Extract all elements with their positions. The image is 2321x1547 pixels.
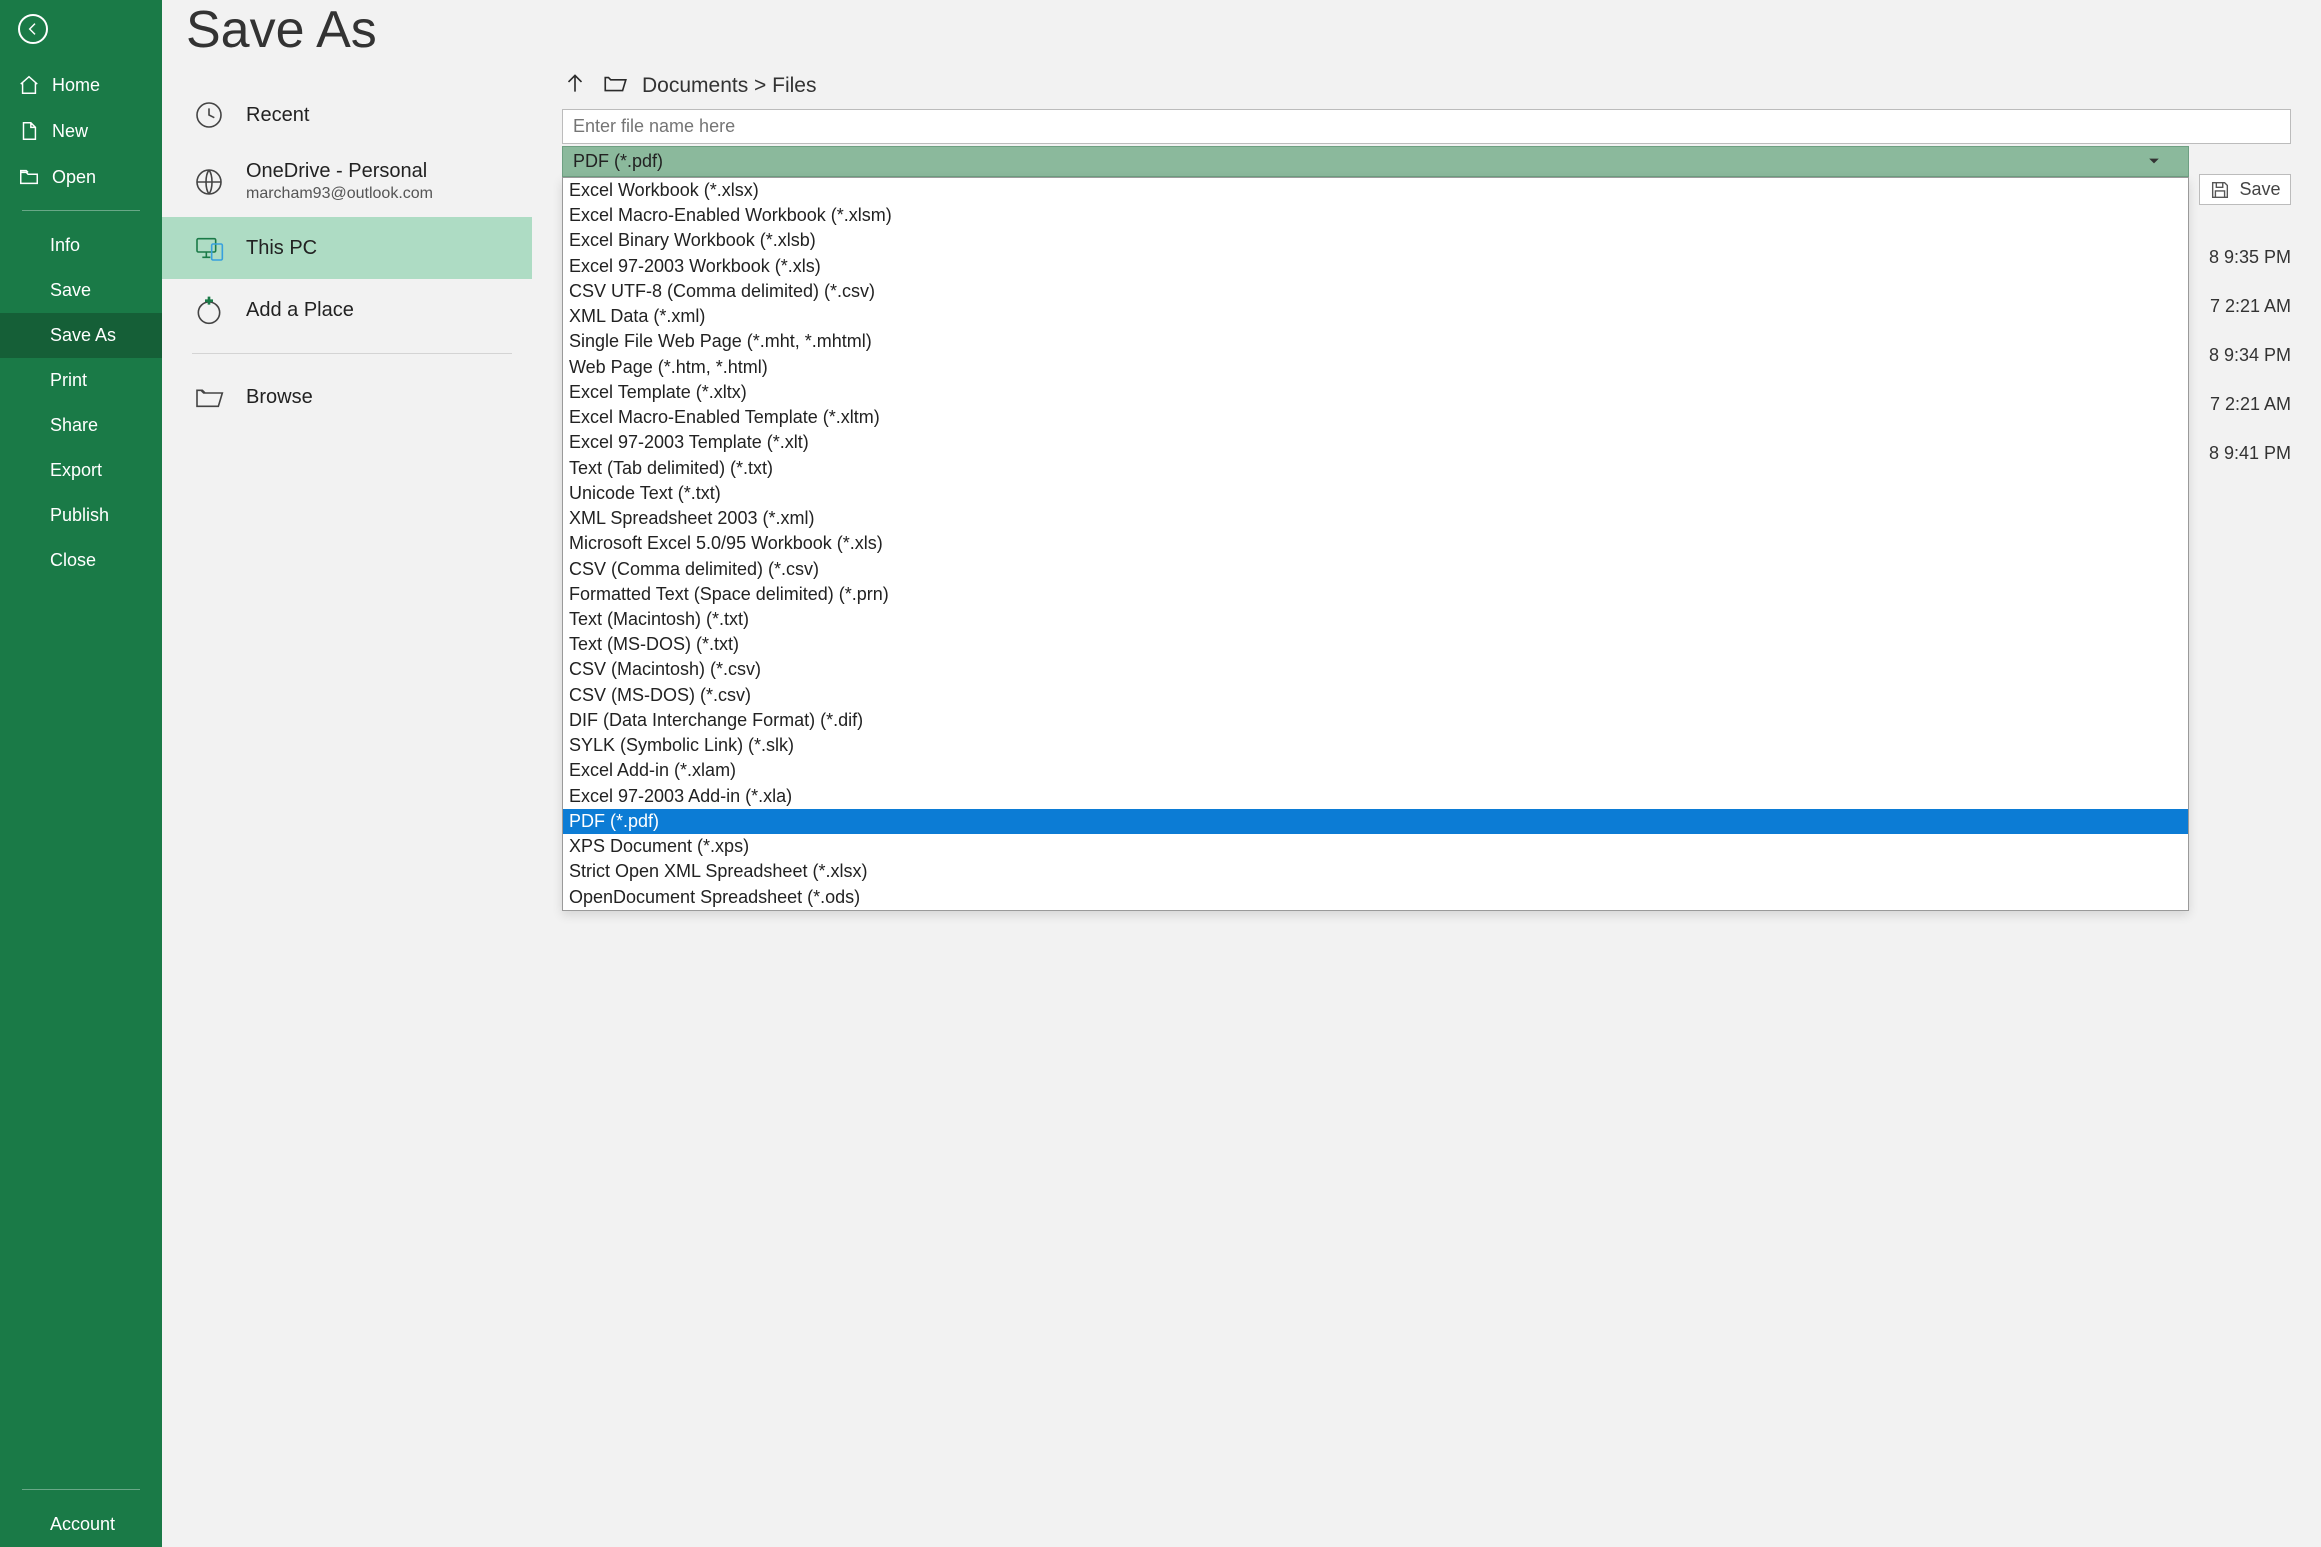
nav-close-label: Close — [50, 550, 96, 571]
nav-print-label: Print — [50, 370, 87, 391]
file-date: 8 9:41 PM — [2209, 443, 2291, 464]
filetype-option[interactable]: Formatted Text (Space delimited) (*.prn) — [563, 582, 2188, 607]
filetype-option[interactable]: Text (MS-DOS) (*.txt) — [563, 632, 2188, 657]
filetype-option[interactable]: DIF (Data Interchange Format) (*.dif) — [563, 708, 2188, 733]
filetype-option[interactable]: SYLK (Symbolic Link) (*.slk) — [563, 733, 2188, 758]
back-button[interactable] — [18, 14, 48, 44]
location-add-place-label: Add a Place — [246, 299, 354, 322]
location-onedrive-sub: marcham93@outlook.com — [246, 185, 433, 203]
filetype-option[interactable]: Strict Open XML Spreadsheet (*.xlsx) — [563, 859, 2188, 884]
filetype-option[interactable]: Text (Tab delimited) (*.txt) — [563, 456, 2188, 481]
filetype-option[interactable]: XPS Document (*.xps) — [563, 834, 2188, 859]
clock-icon — [192, 98, 226, 132]
filetype-option[interactable]: PDF (*.pdf) — [563, 809, 2188, 834]
file-date: 7 2:21 AM — [2210, 394, 2291, 415]
location-add-place[interactable]: Add a Place — [182, 279, 532, 341]
location-onedrive-title: OneDrive - Personal — [246, 160, 433, 183]
nav-info[interactable]: Info — [0, 223, 162, 268]
filetype-option[interactable]: Excel 97-2003 Workbook (*.xls) — [563, 254, 2188, 279]
filetype-option[interactable]: Excel Workbook (*.xlsx) — [563, 178, 2188, 203]
filetype-select[interactable]: PDF (*.pdf) Excel Workbook (*.xlsx)Excel… — [562, 146, 2189, 177]
location-recent-label: Recent — [246, 104, 309, 127]
open-folder-icon — [18, 166, 40, 188]
nav-export[interactable]: Export — [0, 448, 162, 493]
up-level-button[interactable] — [562, 70, 588, 101]
nav-close[interactable]: Close — [0, 538, 162, 583]
arrow-left-icon — [25, 21, 41, 37]
nav-home-label: Home — [52, 75, 100, 96]
filetype-option[interactable]: Excel Binary Workbook (*.xlsb) — [563, 228, 2188, 253]
location-browse[interactable]: Browse — [182, 366, 532, 428]
page-title: Save As — [182, 0, 532, 84]
add-place-icon — [192, 293, 226, 327]
filetype-option[interactable]: CSV (MS-DOS) (*.csv) — [563, 683, 2188, 708]
file-date: 7 2:21 AM — [2210, 296, 2291, 317]
folder-open-icon — [192, 380, 226, 414]
nav-account[interactable]: Account — [0, 1502, 162, 1547]
nav-export-label: Export — [50, 460, 102, 481]
save-button[interactable]: Save — [2199, 174, 2291, 205]
filetype-option[interactable]: Excel 97-2003 Template (*.xlt) — [563, 430, 2188, 455]
filetype-option[interactable]: Excel 97-2003 Add-in (*.xla) — [563, 784, 2188, 809]
nav-account-label: Account — [50, 1514, 115, 1535]
nav-open[interactable]: Open — [0, 154, 162, 200]
save-button-label: Save — [2239, 179, 2280, 200]
filetype-option[interactable]: XML Spreadsheet 2003 (*.xml) — [563, 506, 2188, 531]
home-icon — [18, 74, 40, 96]
backstage-sidebar: Home New Open Info Save Save As Print Sh… — [0, 0, 162, 1547]
this-pc-icon — [192, 231, 226, 265]
filetype-option[interactable]: Excel Macro-Enabled Workbook (*.xlsm) — [563, 203, 2188, 228]
location-this-pc-label: This PC — [246, 237, 317, 260]
location-onedrive[interactable]: OneDrive - Personal marcham93@outlook.co… — [182, 146, 532, 217]
nav-share-label: Share — [50, 415, 98, 436]
nav-print[interactable]: Print — [0, 358, 162, 403]
save-disk-icon — [2209, 179, 2231, 201]
filetype-option[interactable]: CSV (Macintosh) (*.csv) — [563, 657, 2188, 682]
filetype-option[interactable]: Excel Template (*.xltx) — [563, 380, 2188, 405]
location-this-pc[interactable]: This PC — [162, 217, 532, 279]
breadcrumb-row: Documents > Files — [562, 70, 2291, 101]
filetype-option[interactable]: Excel Add-in (*.xlam) — [563, 758, 2188, 783]
filetype-option[interactable]: Microsoft Excel 5.0/95 Workbook (*.xls) — [563, 531, 2188, 556]
filetype-option[interactable]: CSV UTF-8 (Comma delimited) (*.csv) — [563, 279, 2188, 304]
location-recent[interactable]: Recent — [182, 84, 532, 146]
nav-share[interactable]: Share — [0, 403, 162, 448]
chevron-down-icon — [2148, 151, 2160, 172]
filetype-option[interactable]: Unicode Text (*.txt) — [563, 481, 2188, 506]
nav-new-label: New — [52, 121, 88, 142]
nav-save-as[interactable]: Save As — [0, 313, 162, 358]
nav-info-label: Info — [50, 235, 80, 256]
nav-save[interactable]: Save — [0, 268, 162, 313]
filetype-option[interactable]: Single File Web Page (*.mht, *.mhtml) — [563, 329, 2188, 354]
globe-icon — [192, 165, 226, 199]
nav-open-label: Open — [52, 167, 96, 188]
file-date: 8 9:34 PM — [2209, 345, 2291, 366]
new-file-icon — [18, 120, 40, 142]
breadcrumb-text[interactable]: Documents > Files — [642, 74, 816, 98]
location-panel: Save As Recent OneDrive - Personal march… — [162, 0, 532, 1547]
filetype-option[interactable]: CSV (Comma delimited) (*.csv) — [563, 557, 2188, 582]
save-main-panel: Documents > Files PDF (*.pdf) Excel Work… — [532, 0, 2321, 1547]
folder-icon — [602, 70, 628, 101]
sidebar-divider-bottom — [22, 1489, 140, 1490]
nav-save-as-label: Save As — [50, 325, 116, 346]
sidebar-divider — [22, 210, 140, 211]
filename-input[interactable] — [562, 109, 2291, 144]
location-divider — [192, 353, 512, 354]
file-date: 8 9:35 PM — [2209, 247, 2291, 268]
filetype-option[interactable]: Excel Macro-Enabled Template (*.xltm) — [563, 405, 2188, 430]
filetype-option[interactable]: XML Data (*.xml) — [563, 304, 2188, 329]
nav-publish[interactable]: Publish — [0, 493, 162, 538]
filetype-option[interactable]: Web Page (*.htm, *.html) — [563, 355, 2188, 380]
filetype-dropdown[interactable]: Excel Workbook (*.xlsx)Excel Macro-Enabl… — [562, 177, 2189, 911]
filetype-option[interactable]: Text (Macintosh) (*.txt) — [563, 607, 2188, 632]
nav-new[interactable]: New — [0, 108, 162, 154]
nav-publish-label: Publish — [50, 505, 109, 526]
filetype-select-text: PDF (*.pdf) — [573, 151, 663, 172]
location-browse-label: Browse — [246, 386, 313, 409]
filetype-select-value[interactable]: PDF (*.pdf) — [562, 146, 2189, 177]
nav-save-label: Save — [50, 280, 91, 301]
filetype-option[interactable]: OpenDocument Spreadsheet (*.ods) — [563, 885, 2188, 910]
nav-home[interactable]: Home — [0, 62, 162, 108]
